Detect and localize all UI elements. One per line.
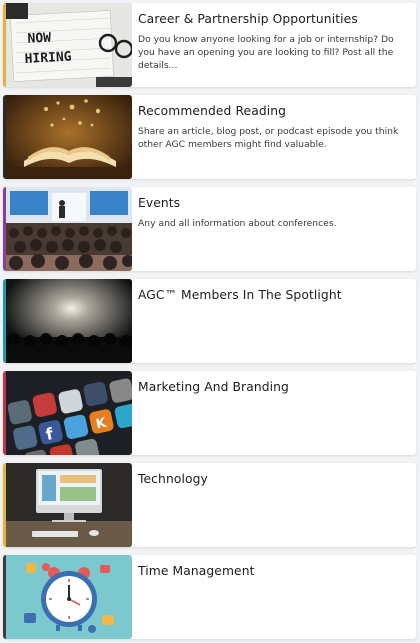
category-card-time-management[interactable]: Time Management (3, 555, 416, 639)
category-description: Do you know anyone looking for a job or … (138, 34, 394, 71)
category-description: Share an article, blog post, or podcast … (138, 126, 399, 150)
thumbnail-text-now: NOW (27, 31, 51, 47)
category-title[interactable]: Time Management (138, 564, 408, 578)
category-title[interactable]: Events (138, 196, 408, 210)
category-card-marketing[interactable]: f K Marketing And Branding (3, 371, 416, 455)
thumbnail-text-hiring: HIRING (24, 50, 72, 67)
category-title[interactable]: Career & Partnership Opportunities (138, 12, 408, 26)
marketing-thumbnail[interactable]: f K (6, 371, 132, 455)
category-card-events[interactable]: Events Any and all information about con… (3, 187, 416, 271)
career-thumbnail[interactable]: NOW HIRING (6, 3, 132, 87)
category-list: NOW HIRING Career & Partnership Opportun… (0, 0, 420, 643)
category-card-members-spotlight[interactable]: AGC™ Members In The Spotlight (3, 279, 416, 363)
category-card-recommended-reading[interactable]: Recommended Reading Share an article, bl… (3, 95, 416, 179)
time-management-thumbnail[interactable] (6, 555, 132, 639)
category-description: Any and all information about conference… (138, 218, 337, 229)
events-thumbnail[interactable] (6, 187, 132, 271)
category-title[interactable]: Recommended Reading (138, 104, 408, 118)
category-card-technology[interactable]: Technology (3, 463, 416, 547)
reading-thumbnail[interactable] (6, 95, 132, 179)
category-title[interactable]: Technology (138, 472, 408, 486)
category-card-career[interactable]: NOW HIRING Career & Partnership Opportun… (3, 3, 416, 87)
spotlight-thumbnail[interactable] (6, 279, 132, 363)
technology-thumbnail[interactable] (6, 463, 132, 547)
category-title[interactable]: AGC™ Members In The Spotlight (138, 288, 408, 302)
category-title[interactable]: Marketing And Branding (138, 380, 408, 394)
